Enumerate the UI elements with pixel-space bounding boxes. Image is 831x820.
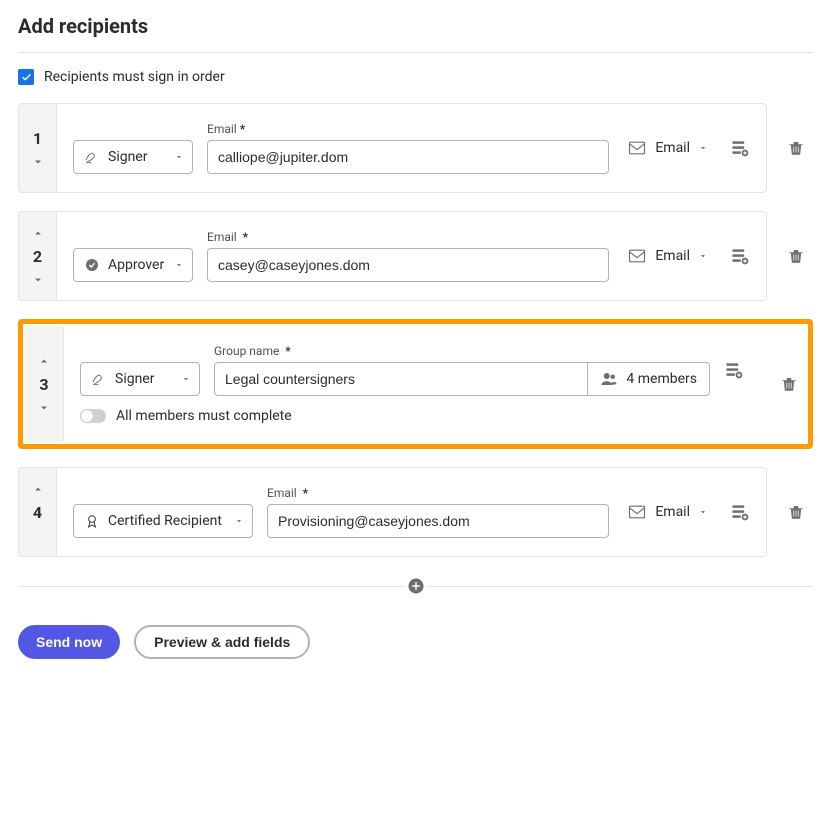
- order-column: 3: [25, 326, 63, 442]
- move-down-icon[interactable]: [32, 156, 44, 168]
- order-number: 2: [33, 247, 42, 266]
- delivery-select[interactable]: Email: [623, 131, 712, 165]
- role-label: Signer: [115, 371, 154, 387]
- preview-add-fields-button[interactable]: Preview & add fields: [134, 625, 310, 659]
- sign-in-order-checkbox[interactable]: [18, 69, 34, 85]
- plus-icon: [407, 577, 425, 595]
- email-field[interactable]: [207, 140, 609, 174]
- add-recipient-divider: [18, 575, 813, 597]
- add-recipient-button[interactable]: [406, 576, 426, 596]
- delivery-label: Email: [655, 504, 690, 520]
- check-icon: [21, 72, 32, 83]
- role-label: Certified Recipient: [108, 513, 222, 529]
- members-button[interactable]: 4 members: [587, 362, 710, 396]
- delete-recipient-icon[interactable]: [780, 375, 798, 393]
- recipient-card: Certified Recipient Email * Email: [56, 467, 767, 557]
- order-number: 3: [39, 375, 48, 394]
- delivery-label: Email: [655, 248, 690, 264]
- group-name-field-label: Group name *: [214, 344, 710, 358]
- recipient-options-icon[interactable]: [730, 502, 750, 522]
- sign-in-order-label: Recipients must sign in order: [44, 69, 225, 85]
- delete-recipient-icon[interactable]: [787, 139, 805, 157]
- approver-icon: [84, 257, 100, 273]
- envelope-icon: [627, 246, 647, 266]
- recipient-row: 4 Certified Recipient Email * Email: [18, 467, 813, 557]
- role-select[interactable]: Approver: [73, 248, 193, 282]
- recipient-card: Approver Email * Email: [56, 211, 767, 301]
- recipient-row: 1 Signer Email * Email: [18, 103, 813, 193]
- delete-recipient-icon[interactable]: [787, 503, 805, 521]
- envelope-icon: [627, 502, 647, 522]
- delivery-select[interactable]: Email: [623, 495, 712, 529]
- order-number: 1: [33, 129, 42, 148]
- recipient-row-highlighted: 3 Signer Group name * 4 members: [18, 319, 813, 449]
- envelope-icon: [627, 138, 647, 158]
- order-column: 1: [18, 103, 56, 193]
- role-label: Signer: [108, 149, 147, 165]
- order-column: 2: [18, 211, 56, 301]
- chevron-down-icon: [698, 507, 708, 517]
- email-field-label: Email *: [267, 486, 609, 500]
- role-select[interactable]: Signer: [80, 362, 200, 396]
- role-label: Approver: [108, 257, 164, 273]
- move-up-icon[interactable]: [38, 355, 50, 367]
- members-count-label: 4 members: [626, 371, 697, 387]
- recipient-options-icon[interactable]: [730, 138, 750, 158]
- delete-recipient-icon[interactable]: [787, 247, 805, 265]
- certified-icon: [84, 513, 100, 529]
- divider: [18, 52, 813, 53]
- email-field-label: Email *: [207, 122, 609, 136]
- signer-icon: [84, 149, 100, 165]
- role-select[interactable]: Certified Recipient: [73, 504, 253, 538]
- role-select[interactable]: Signer: [73, 140, 193, 174]
- group-icon: [600, 370, 618, 388]
- group-name-field[interactable]: [214, 362, 587, 396]
- order-number: 4: [33, 503, 42, 522]
- email-field[interactable]: [207, 248, 609, 282]
- chevron-down-icon: [174, 152, 184, 162]
- email-field-label: Email *: [207, 230, 609, 244]
- recipient-options-icon[interactable]: [730, 246, 750, 266]
- move-down-icon[interactable]: [38, 402, 50, 414]
- chevron-down-icon: [698, 143, 708, 153]
- chevron-down-icon: [234, 516, 244, 526]
- page-title: Add recipients: [18, 14, 813, 38]
- email-field[interactable]: [267, 504, 609, 538]
- footer-actions: Send now Preview & add fields: [18, 625, 813, 659]
- signer-icon: [91, 371, 107, 387]
- chevron-down-icon: [698, 251, 708, 261]
- all-members-complete-toggle[interactable]: [80, 409, 106, 423]
- recipient-options-icon[interactable]: [724, 360, 744, 380]
- delivery-label: Email: [655, 140, 690, 156]
- move-down-icon[interactable]: [32, 274, 44, 286]
- delivery-select[interactable]: Email: [623, 239, 712, 273]
- order-column: 4: [18, 467, 56, 557]
- all-members-complete-label: All members must complete: [116, 408, 292, 424]
- send-now-button[interactable]: Send now: [18, 625, 120, 659]
- recipient-card: Signer Group name * 4 members: [63, 326, 760, 442]
- chevron-down-icon: [181, 374, 191, 384]
- move-up-icon[interactable]: [32, 483, 44, 495]
- recipient-card: Signer Email * Email: [56, 103, 767, 193]
- move-up-icon[interactable]: [32, 227, 44, 239]
- chevron-down-icon: [174, 260, 184, 270]
- recipient-row: 2 Approver Email * Email: [18, 211, 813, 301]
